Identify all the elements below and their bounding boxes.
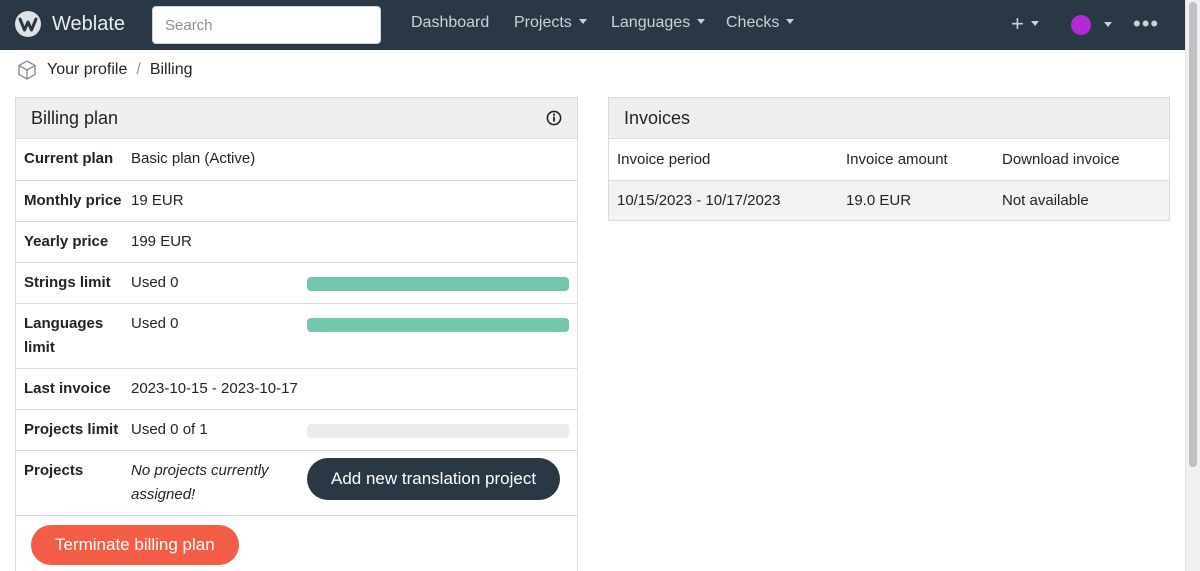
monthly-price-value: 19 EUR <box>131 180 577 222</box>
table-header-row: Invoice period Invoice amount Download i… <box>609 139 1169 181</box>
table-row: Last invoice 2023-10-15 - 2023-10-17 <box>16 368 577 410</box>
breadcrumb-separator: / <box>136 61 141 78</box>
brand-name: Weblate <box>52 12 126 35</box>
projects-label: Projects <box>16 450 131 516</box>
top-navbar: Weblate Dashboard Projects Languages Che… <box>0 0 1185 50</box>
current-plan-value: Basic plan (Active) <box>131 139 577 181</box>
column-header-invoice-period: Invoice period <box>609 139 838 181</box>
nav-languages-label: Languages <box>611 14 691 31</box>
projects-limit-progress <box>307 423 569 438</box>
info-icon[interactable] <box>546 110 562 126</box>
chevron-down-icon <box>697 19 706 24</box>
nav-checks-label: Checks <box>726 14 780 31</box>
table-row: Languages limit Used 0 <box>16 303 577 369</box>
nav-dashboard[interactable]: Dashboard <box>411 14 489 32</box>
invoices-title: Invoices <box>624 107 691 128</box>
billing-plan-heading: Billing plan <box>16 98 577 139</box>
languages-limit-progress <box>307 317 569 332</box>
projects-empty-message: No projects currently assigned! <box>131 450 299 516</box>
yearly-price-label: Yearly price <box>16 221 131 263</box>
projects-limit-label: Projects limit <box>16 409 131 451</box>
current-plan-label: Current plan <box>16 139 131 181</box>
user-avatar[interactable] <box>1071 15 1091 35</box>
search-input[interactable] <box>152 6 381 44</box>
table-row: Projects limit Used 0 of 1 <box>16 409 577 451</box>
breadcrumb: Your profile / Billing <box>16 59 193 81</box>
projects-limit-value: Used 0 of 1 <box>131 409 299 451</box>
column-header-download-invoice: Download invoice <box>994 139 1169 181</box>
breadcrumb-your-profile[interactable]: Your profile <box>47 61 127 79</box>
invoice-period-cell: 10/15/2023 - 10/17/2023 <box>609 180 838 220</box>
invoice-amount-cell: 19.0 EUR <box>838 180 994 220</box>
strings-limit-progress-fill <box>307 276 569 291</box>
strings-limit-progress <box>307 276 569 291</box>
table-row: 10/15/2023 - 10/17/2023 19.0 EUR Not ava… <box>609 180 1169 220</box>
breadcrumb-billing[interactable]: Billing <box>150 61 193 79</box>
last-invoice-value: 2023-10-15 - 2023-10-17 <box>131 368 577 410</box>
more-menu-button[interactable]: ••• <box>1133 11 1159 37</box>
add-menu-button[interactable]: + <box>1011 11 1039 37</box>
strings-limit-label: Strings limit <box>16 262 131 304</box>
invoices-table: Invoice period Invoice amount Download i… <box>609 139 1169 220</box>
chevron-down-icon <box>786 19 795 24</box>
languages-limit-bar-cell <box>299 303 577 369</box>
weblate-logo-icon <box>15 11 41 37</box>
table-row: Monthly price 19 EUR <box>16 180 577 222</box>
nav-projects-dropdown[interactable]: Projects <box>514 14 587 32</box>
languages-limit-progress-fill <box>307 317 569 332</box>
yearly-price-value: 199 EUR <box>131 221 577 263</box>
projects-limit-bar-cell <box>299 409 577 451</box>
billing-table: Current plan Basic plan (Active) Monthly… <box>16 139 577 516</box>
strings-limit-value: Used 0 <box>131 262 299 304</box>
chevron-down-icon <box>1030 21 1039 26</box>
chevron-down-icon <box>578 19 587 24</box>
table-row: Current plan Basic plan (Active) <box>16 139 577 181</box>
nav-languages-dropdown[interactable]: Languages <box>611 14 706 32</box>
nav-dashboard-label: Dashboard <box>411 14 490 31</box>
monthly-price-label: Monthly price <box>16 180 131 222</box>
table-row: Yearly price 199 EUR <box>16 221 577 263</box>
scrollbar-thumb[interactable] <box>1189 2 1197 467</box>
last-invoice-label: Last invoice <box>16 368 131 410</box>
languages-limit-label: Languages limit <box>16 303 131 369</box>
strings-limit-bar-cell <box>299 262 577 304</box>
invoice-download-cell: Not available <box>994 180 1169 220</box>
billing-plan-title: Billing plan <box>31 107 119 128</box>
table-row: Strings limit Used 0 <box>16 262 577 304</box>
user-cube-icon <box>18 60 36 80</box>
table-row: Projects No projects currently assigned!… <box>16 450 577 516</box>
brand-link[interactable]: Weblate <box>14 10 125 38</box>
languages-limit-value: Used 0 <box>131 303 299 369</box>
more-dots-icon: ••• <box>1133 11 1160 36</box>
invoices-panel: Invoices Invoice period Invoice amount D… <box>608 97 1170 221</box>
chevron-down-icon[interactable] <box>1104 22 1112 27</box>
projects-action-cell: Add new translation project <box>299 450 577 516</box>
column-header-invoice-amount: Invoice amount <box>838 139 994 181</box>
add-translation-project-button[interactable]: Add new translation project <box>307 457 561 500</box>
terminate-billing-plan-button[interactable]: Terminate billing plan <box>31 525 239 565</box>
nav-checks-dropdown[interactable]: Checks <box>726 14 795 32</box>
plus-icon: + <box>1011 11 1024 36</box>
page-scrollbar[interactable] <box>1185 0 1200 571</box>
billing-plan-panel: Billing plan Current plan Basic plan (Ac… <box>15 97 578 571</box>
nav-projects-label: Projects <box>514 14 572 31</box>
invoices-heading: Invoices <box>609 98 1169 139</box>
